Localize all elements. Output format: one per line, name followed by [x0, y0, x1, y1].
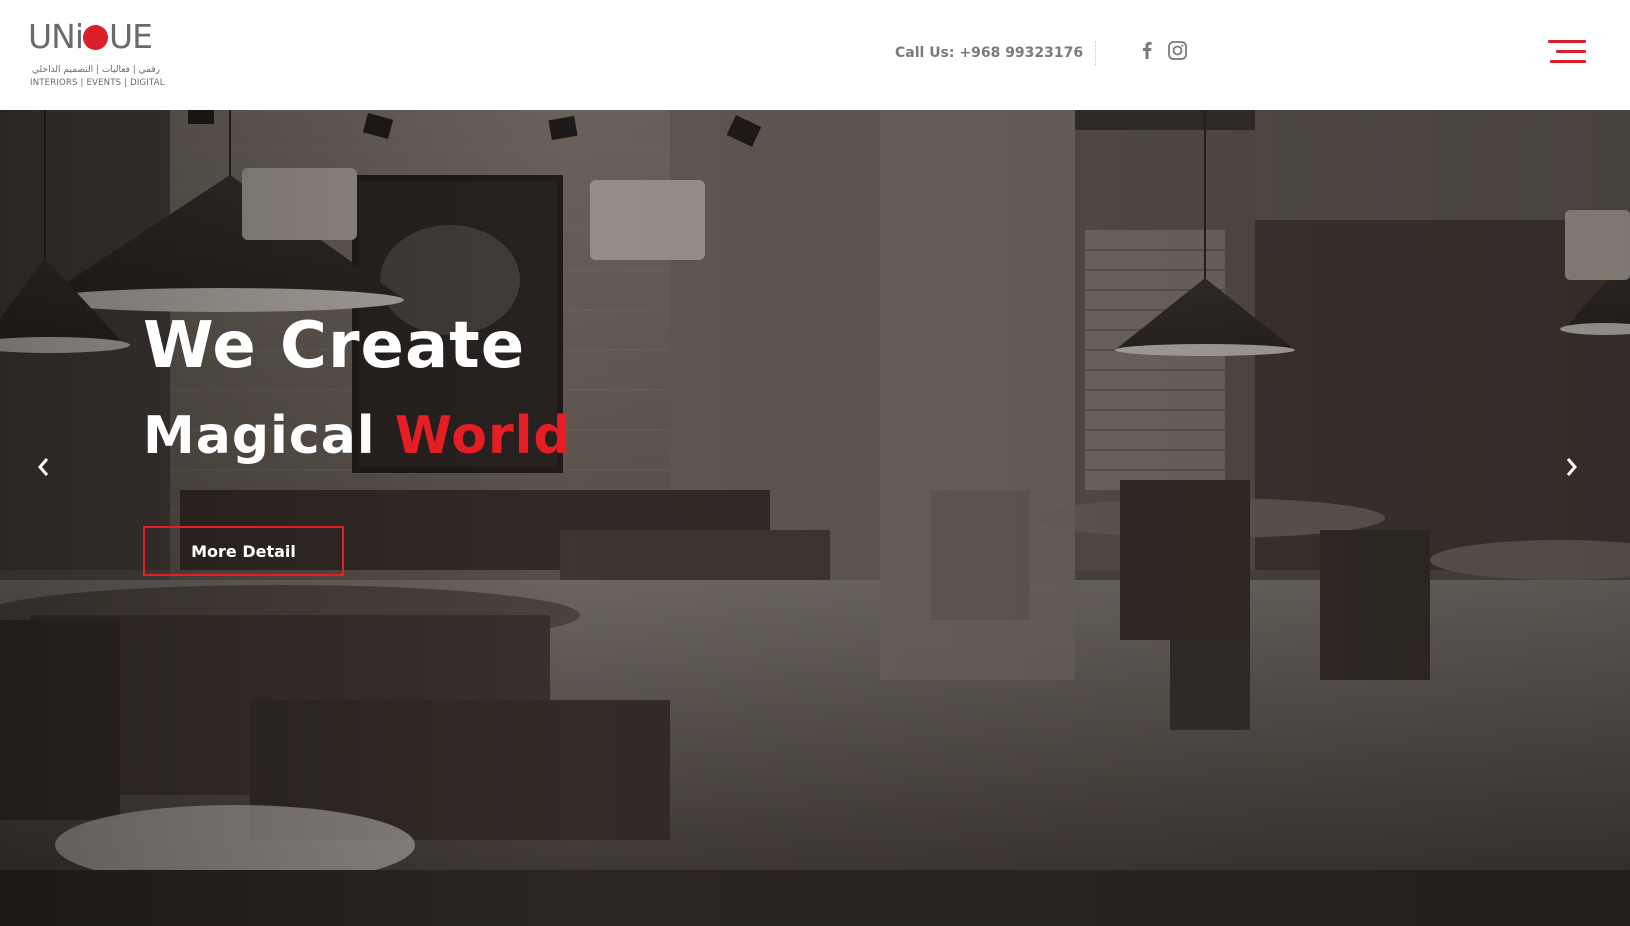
hero-title-line-2: Magical World [143, 410, 572, 462]
slider-prev-button[interactable] [29, 452, 57, 482]
hamburger-menu-icon [1548, 40, 1586, 43]
hero-title-line-1: We Create [143, 309, 526, 383]
hamburger-line [1556, 50, 1586, 53]
facebook-icon [1143, 42, 1152, 59]
logo-red-circle-icon [83, 25, 108, 50]
hero-slider: We Create Magical World More Detail [0, 110, 1630, 926]
logo-arabic-tagline: رقمي | فعاليات | التصميم الداخلي [32, 65, 160, 75]
hero-background-image [0, 110, 1630, 926]
chevron-left-icon [38, 458, 49, 476]
instagram-icon [1167, 40, 1187, 60]
hero-title-word-magical: Magical [143, 406, 376, 466]
facebook-link[interactable] [1140, 40, 1154, 60]
slider-next-button[interactable] [1558, 452, 1586, 482]
hamburger-menu-button[interactable] [1548, 38, 1586, 66]
call-us-link[interactable]: Call Us: +968 99323176 [895, 45, 1083, 61]
site-header: UNi UE رقمي | فعاليات | التصميم الداخلي I… [0, 0, 1630, 110]
hero-title-word-world: World [394, 406, 572, 466]
chevron-right-icon [1566, 458, 1577, 476]
hamburger-line [1550, 60, 1586, 63]
instagram-link[interactable] [1167, 40, 1187, 60]
more-detail-button[interactable]: More Detail [143, 526, 344, 576]
header-divider [1095, 41, 1096, 65]
logo-link[interactable]: UNi UE رقمي | فعاليات | التصميم الداخلي I… [28, 16, 168, 96]
logo-tagline: INTERIORS | EVENTS | DIGITAL [30, 78, 165, 88]
